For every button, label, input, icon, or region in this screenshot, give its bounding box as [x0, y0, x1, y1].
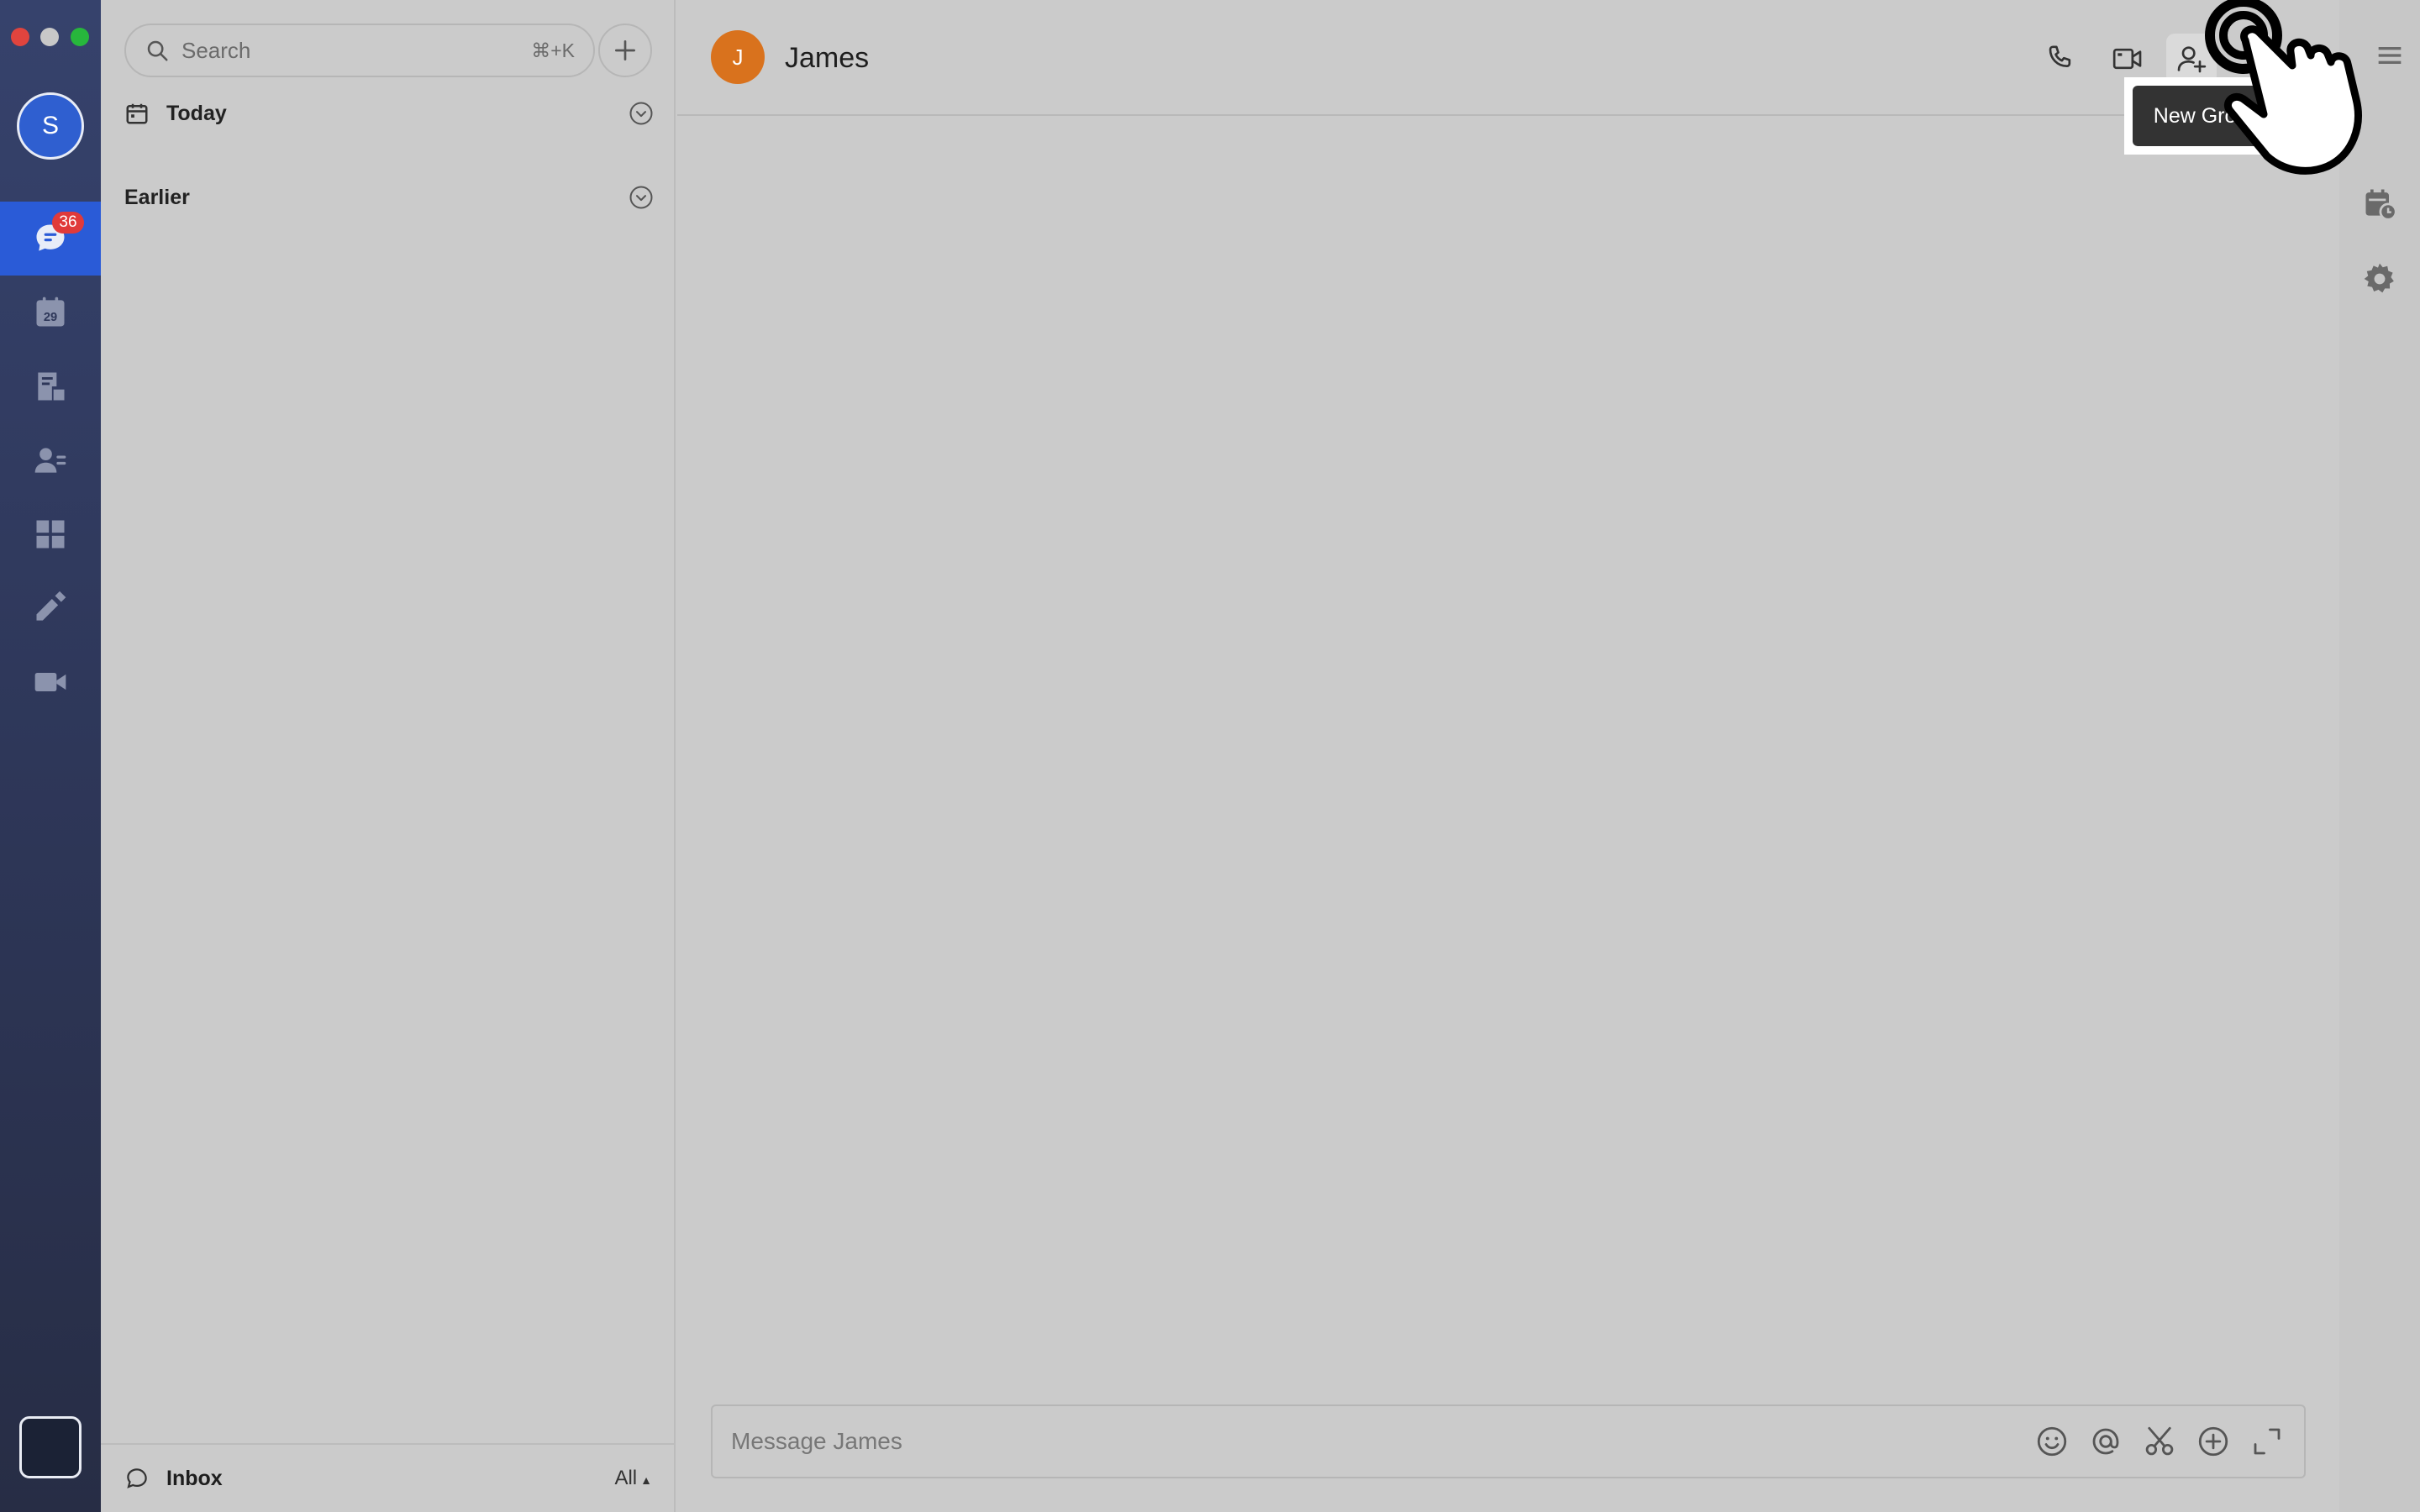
rail-item-apps[interactable]: [0, 497, 101, 571]
left-navigation-rail: S 36 29: [0, 0, 101, 1512]
phone-icon: [2049, 45, 2071, 67]
attach-more-button[interactable]: [2195, 1423, 2232, 1460]
inbox-label[interactable]: Inbox: [166, 1467, 614, 1491]
calendar-icon: 29: [36, 297, 65, 327]
right-side-rail: [2339, 0, 2420, 1512]
window-minimize-button[interactable]: [40, 28, 59, 46]
filter-dropdown[interactable]: All ▲: [614, 1467, 652, 1490]
filter-label: All: [614, 1467, 638, 1489]
section-earlier[interactable]: Earlier: [124, 176, 654, 218]
rail-item-whiteboard[interactable]: [0, 571, 101, 645]
scissors-icon: [2145, 1426, 2174, 1456]
rail-item-contacts[interactable]: [0, 423, 101, 497]
search-icon: [147, 40, 168, 61]
plus-icon: [615, 40, 635, 60]
message-input[interactable]: [731, 1428, 2017, 1455]
video-call-button[interactable]: [2102, 34, 2153, 84]
contacts-icon: [34, 448, 66, 473]
apps-icon: [36, 520, 65, 549]
at-sign-icon: [2092, 1428, 2119, 1455]
section-label: Today: [166, 101, 227, 125]
new-conversation-button[interactable]: [598, 24, 652, 77]
list-footer: Inbox All ▲: [101, 1443, 676, 1512]
whiteboard-icon: [36, 591, 66, 621]
search-placeholder: Search: [182, 37, 251, 63]
unread-badge: 36: [52, 212, 84, 234]
chevron-down-icon[interactable]: [629, 101, 654, 126]
section-today[interactable]: Today: [124, 92, 654, 134]
calendar-day-number: 29: [44, 311, 57, 324]
chat-header: J James: [677, 0, 2339, 116]
plus-circle-icon: [2198, 1426, 2228, 1457]
message-composer: [711, 1404, 2306, 1478]
window-maximize-button[interactable]: [71, 28, 89, 46]
gear-icon[interactable]: [2361, 260, 2398, 297]
search-shortcut-hint: ⌘+K: [531, 39, 575, 61]
hand-pointer-cursor: [2205, 0, 2362, 175]
contact-avatar[interactable]: J: [711, 30, 765, 84]
section-label: Earlier: [124, 185, 190, 209]
rail-bottom-widget[interactable]: [19, 1416, 82, 1478]
rail-item-calendar[interactable]: 29: [0, 276, 101, 349]
screenshot-button[interactable]: [2141, 1423, 2178, 1460]
rail-item-docs[interactable]: [0, 349, 101, 423]
audio-call-button[interactable]: [2035, 34, 2086, 84]
caret-up-icon: ▲: [640, 1473, 652, 1487]
conversation-list-panel: Search ⌘+K Today Earlier Inbox All ▲: [101, 0, 676, 1512]
meetings-icon: [34, 673, 66, 691]
rail-item-chat[interactable]: 36: [0, 202, 101, 276]
calendar-icon: [126, 103, 148, 124]
docs-icon: [38, 372, 65, 401]
rail-item-meetings[interactable]: [0, 645, 101, 719]
chevron-down-icon[interactable]: [629, 185, 654, 210]
user-avatar[interactable]: S: [17, 92, 84, 160]
emoji-button[interactable]: [2033, 1423, 2070, 1460]
speech-bubble-icon: [127, 1468, 147, 1488]
expand-icon: [2254, 1428, 2281, 1455]
contact-name[interactable]: James: [785, 42, 869, 75]
schedule-meeting-icon[interactable]: [2361, 185, 2398, 222]
mention-button[interactable]: [2087, 1423, 2124, 1460]
search-input[interactable]: Search ⌘+K: [124, 24, 595, 77]
window-close-button[interactable]: [11, 28, 29, 46]
smiley-icon: [2037, 1426, 2067, 1457]
video-camera-icon: [2112, 48, 2142, 70]
expand-composer-button[interactable]: [2249, 1423, 2286, 1460]
